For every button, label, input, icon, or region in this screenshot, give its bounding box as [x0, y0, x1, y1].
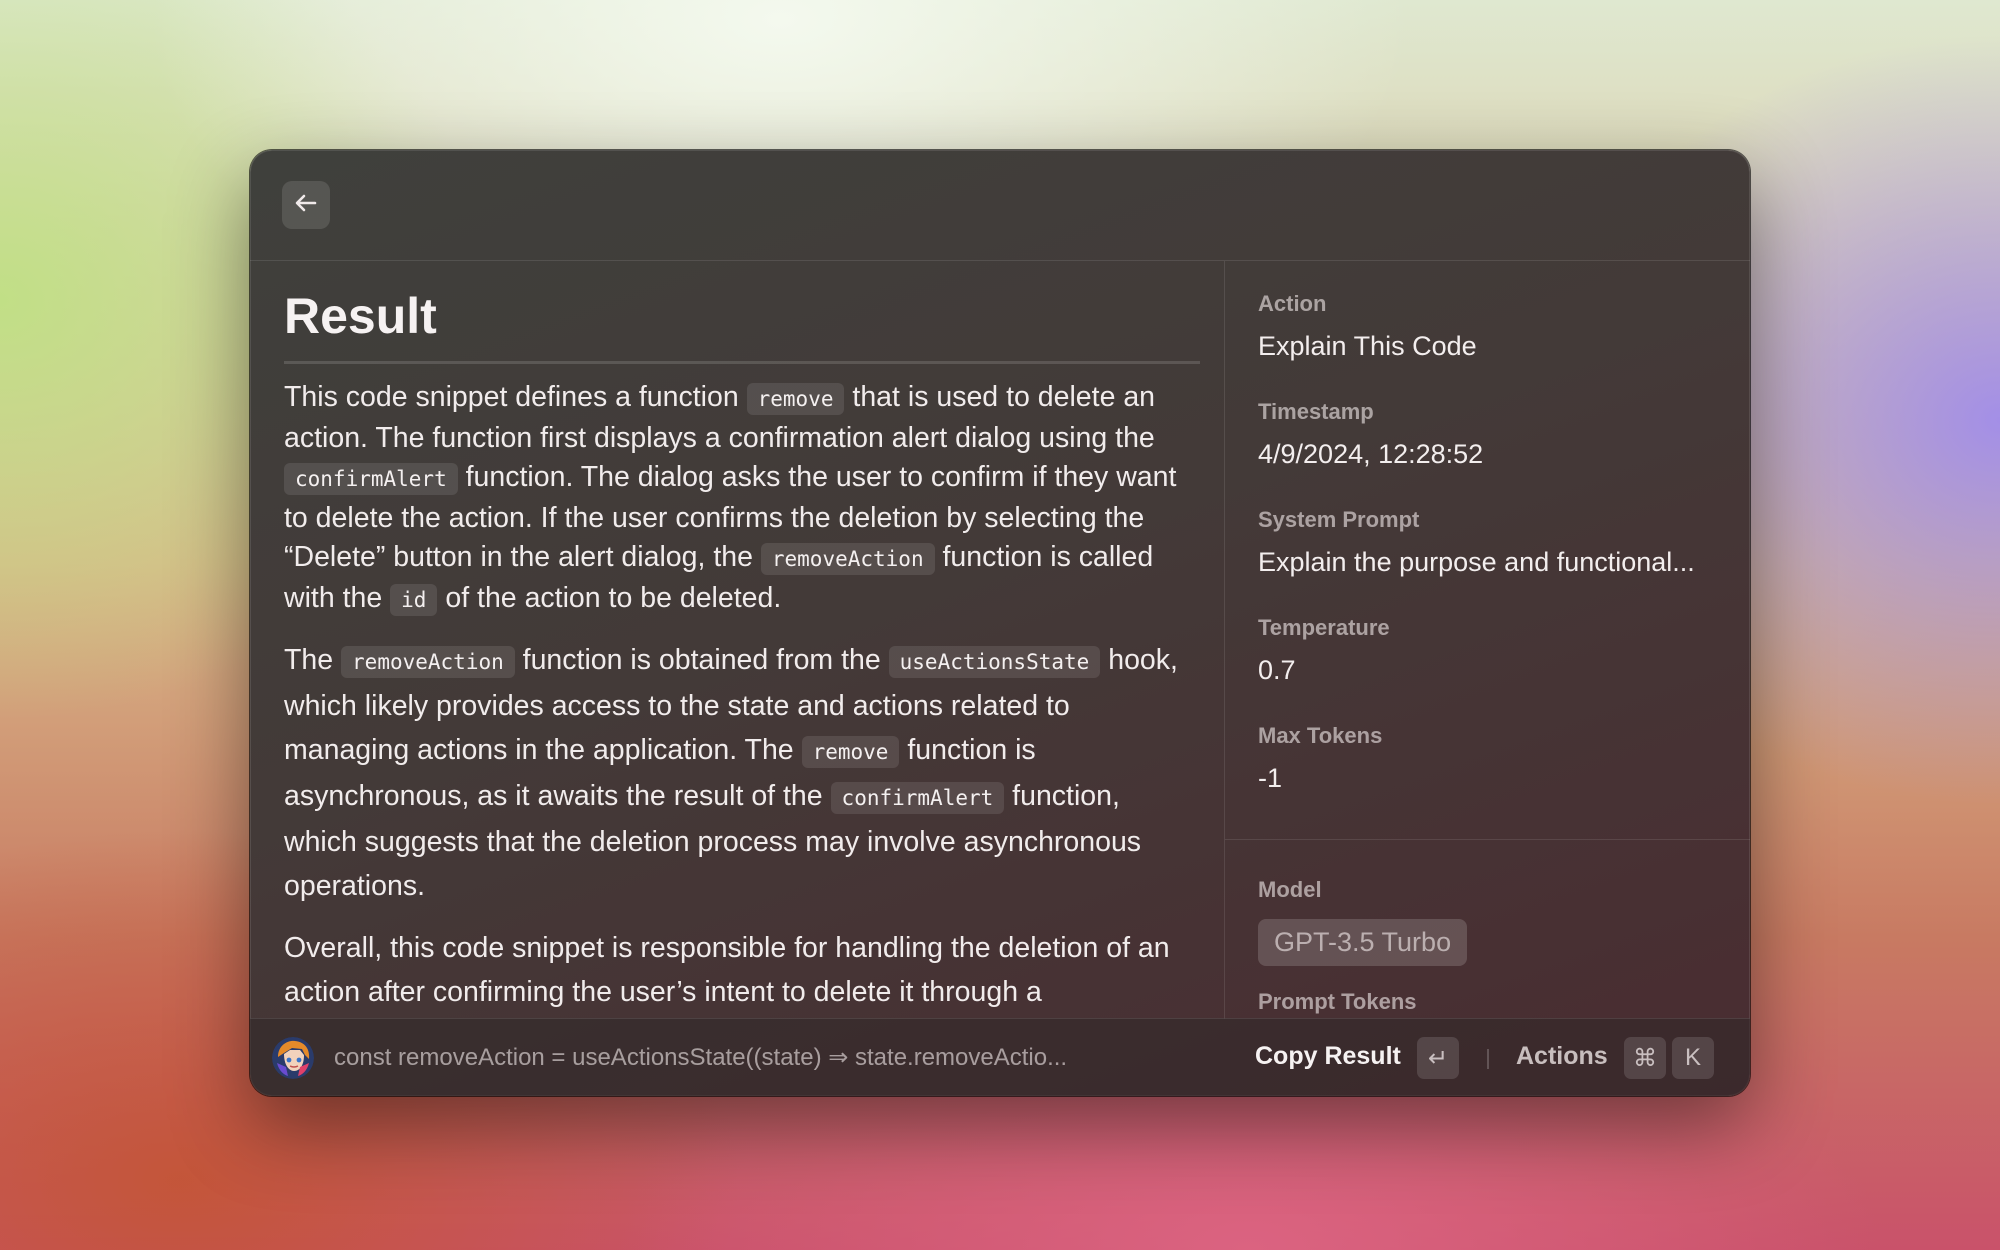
result-pane[interactable]: Result This code snippet defines a funct…: [250, 261, 1225, 1019]
k-key: K: [1672, 1037, 1714, 1079]
meta-label: Max Tokens: [1258, 723, 1383, 748]
meta-action: Action Explain This Code: [1258, 291, 1720, 362]
inline-code: removeAction: [760, 543, 935, 575]
meta-timestamp: Timestamp 4/9/2024, 12:28:52: [1258, 399, 1720, 470]
result-title: Result: [284, 287, 1200, 364]
meta-label: Action: [1258, 291, 1327, 316]
meta-label: Temperature: [1258, 615, 1390, 640]
avatar-icon: [272, 1037, 314, 1079]
command-key-icon: ⌘: [1624, 1037, 1666, 1079]
right-panel-divider: [1225, 839, 1750, 840]
extension-window: Result This code snippet defines a funct…: [250, 150, 1750, 1096]
inline-code: confirmAlert: [830, 782, 1005, 814]
result-paragraph: This code snippet defines a function rem…: [284, 381, 1177, 616]
meta-temperature: Temperature 0.7: [1258, 615, 1720, 686]
inline-code: useActionsState: [888, 646, 1101, 678]
inline-code: remove: [746, 383, 845, 415]
meta-label: Model: [1258, 877, 1322, 902]
meta-label: Timestamp: [1258, 399, 1374, 424]
arrow-left-icon: [293, 190, 319, 221]
meta-prompt-tokens: Prompt Tokens: [1258, 989, 1720, 1015]
meta-value: Explain the purpose and functional...: [1258, 547, 1695, 577]
meta-value: 4/9/2024, 12:28:52: [1258, 439, 1484, 469]
top-bar: [250, 150, 1750, 261]
meta-value: -1: [1258, 763, 1283, 793]
meta-value: Explain This Code: [1258, 331, 1477, 361]
actions-button[interactable]: Actions: [1516, 1042, 1608, 1071]
inline-code: removeAction: [341, 646, 515, 678]
inline-code: confirmAlert: [284, 463, 458, 495]
source-snippet: const removeAction = useActionsState((st…: [334, 1044, 1068, 1071]
enter-key-icon: ↵: [1417, 1037, 1459, 1079]
copy-result-button[interactable]: Copy Result: [1255, 1042, 1401, 1071]
result-paragraph: The removeAction function is obtained fr…: [284, 644, 1178, 902]
meta-max-tokens: Max Tokens -1: [1258, 723, 1720, 794]
meta-value: 0.7: [1258, 655, 1296, 685]
result-paragraph: Overall, this code snippet is responsibl…: [284, 932, 1170, 1008]
inline-code: id: [390, 584, 438, 616]
metadata-panel: Action Explain This Code Timestamp 4/9/2…: [1225, 261, 1750, 1019]
meta-system-prompt: System Prompt Explain the purpose and fu…: [1258, 507, 1720, 578]
meta-label: Prompt Tokens: [1258, 989, 1417, 1014]
back-button[interactable]: [282, 181, 330, 229]
footer-separator: [1487, 1049, 1489, 1069]
meta-model: Model GPT-3.5 Turbo: [1258, 877, 1720, 966]
action-bar: const removeAction = useActionsState((st…: [250, 1018, 1750, 1096]
model-pill: GPT-3.5 Turbo: [1258, 919, 1468, 966]
inline-code: remove: [801, 736, 900, 768]
meta-label: System Prompt: [1258, 507, 1420, 532]
